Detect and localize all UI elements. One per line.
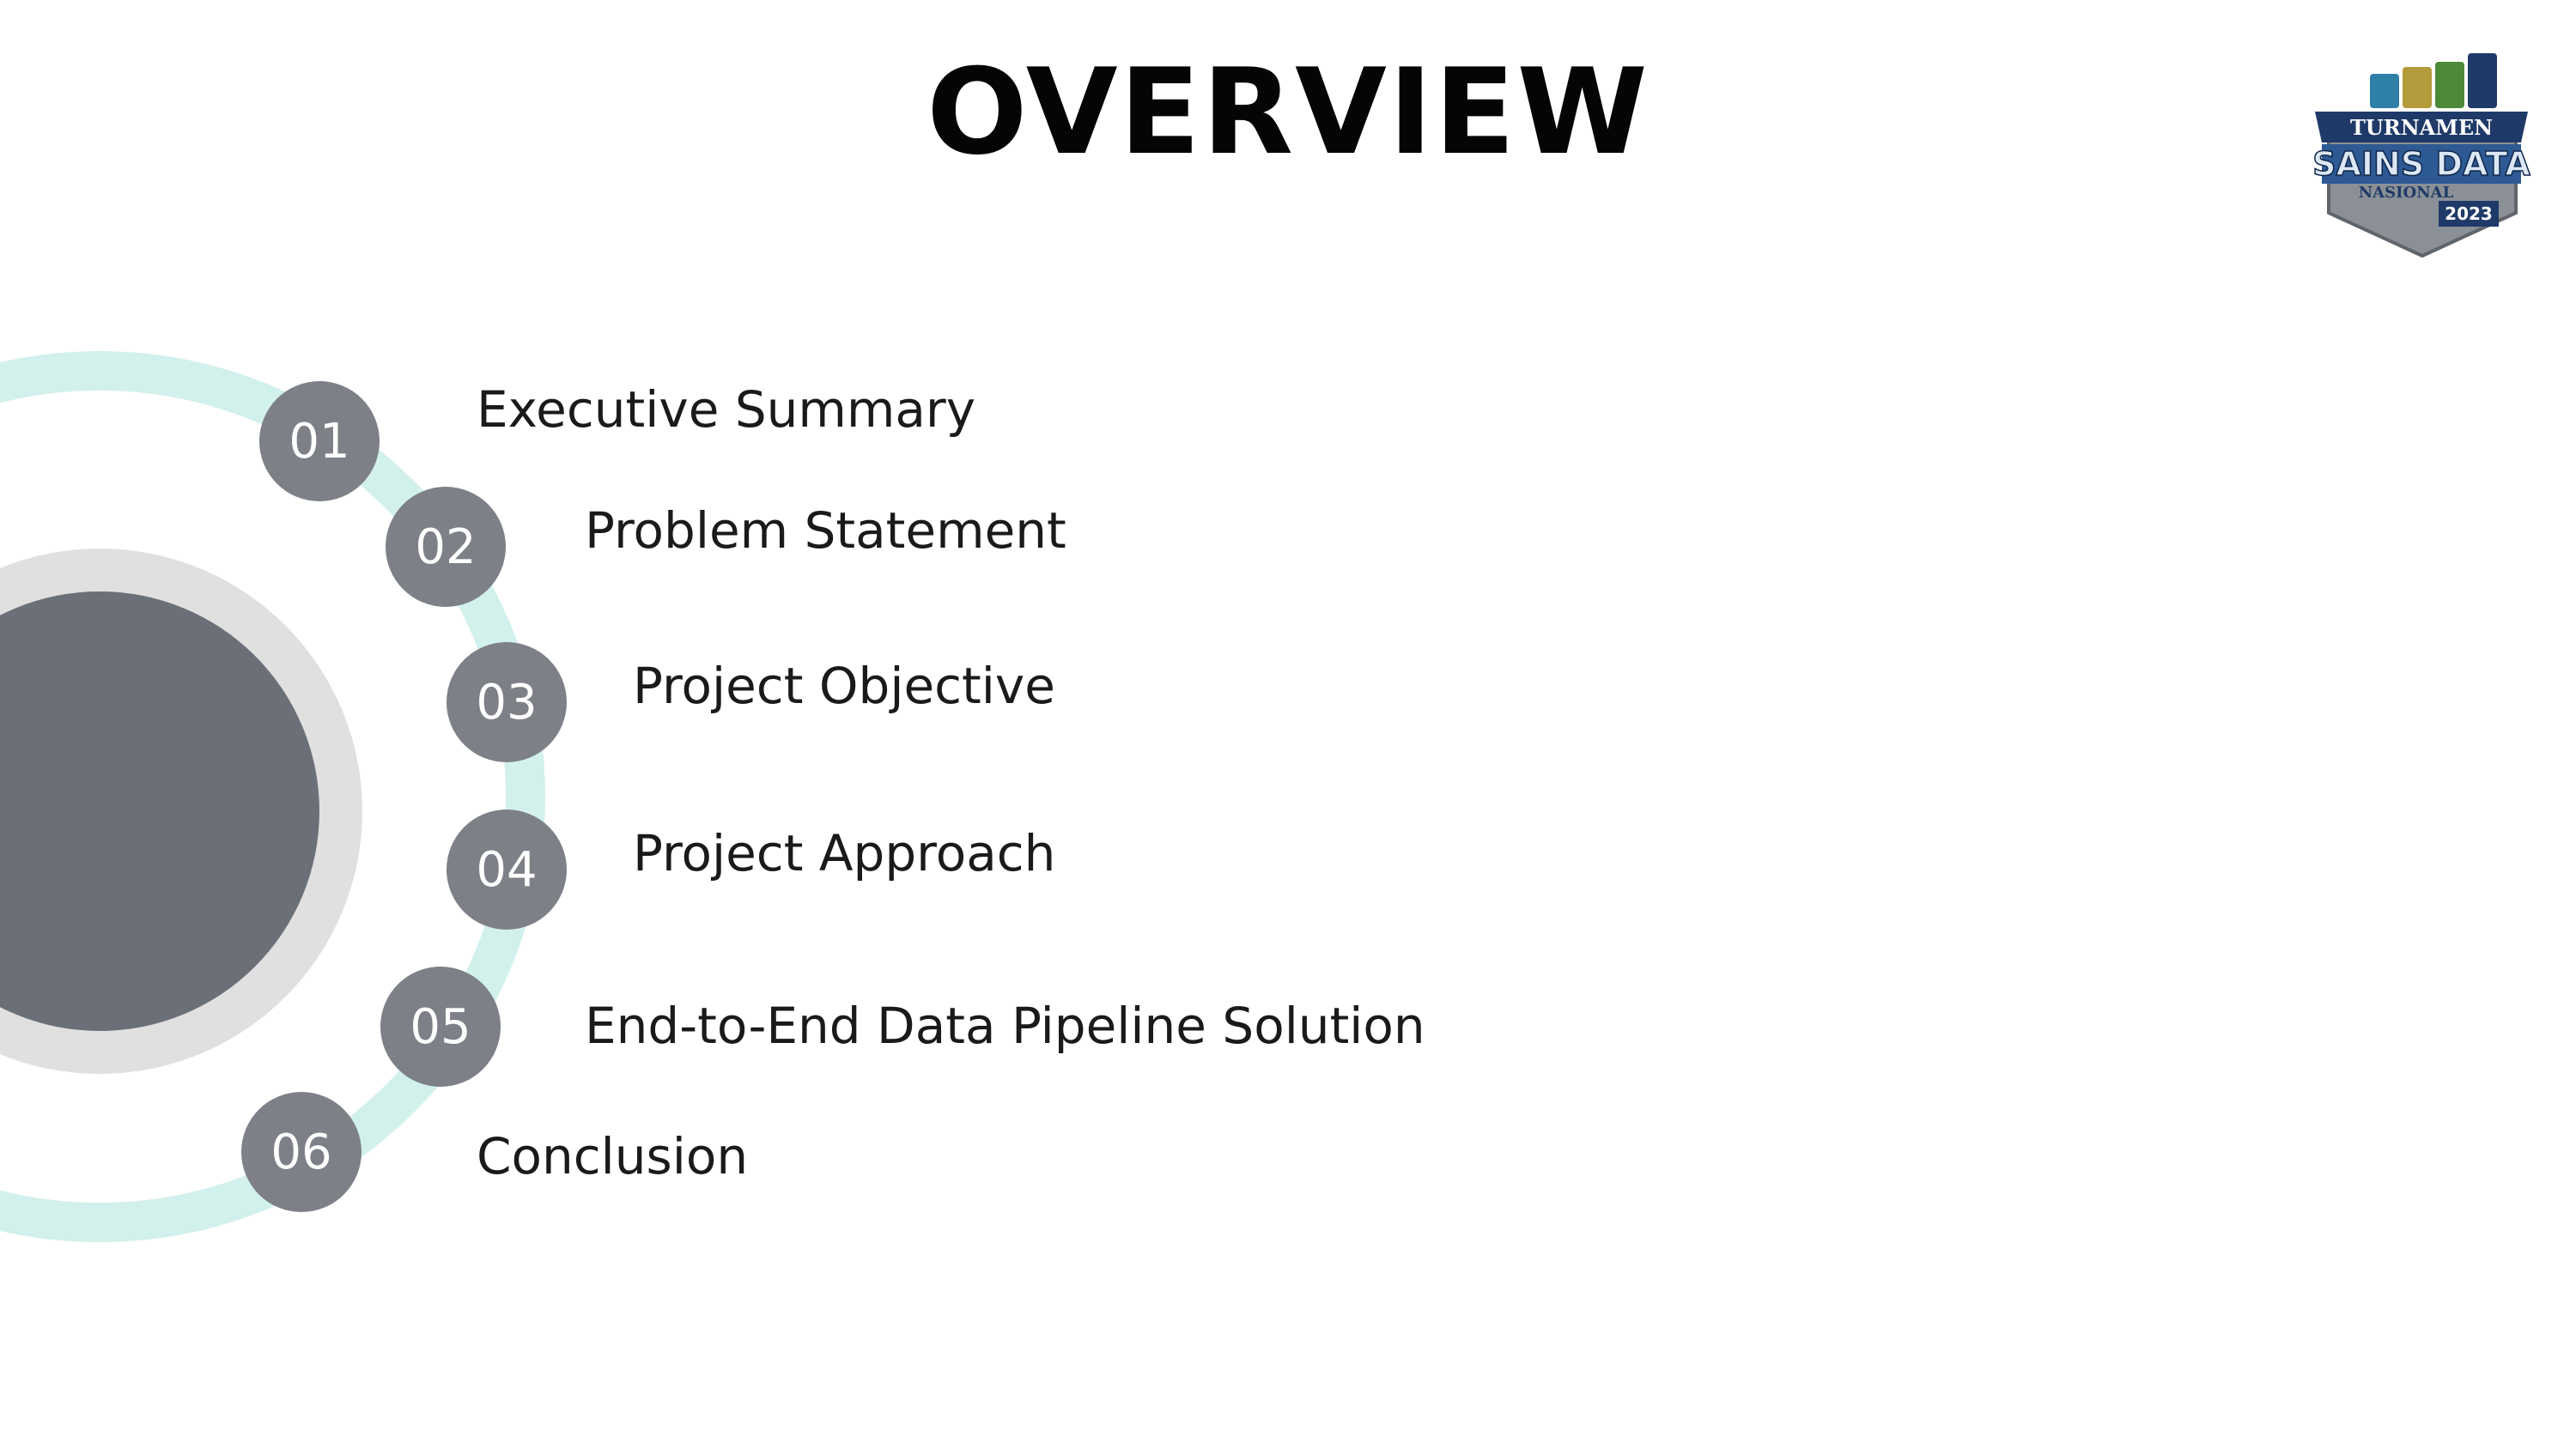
agenda-number-06: 06 [241, 1092, 361, 1212]
tournament-logo: TURNAMEN SAINS DATA NASIONAL 2023 [2312, 53, 2531, 258]
agenda-number-02: 02 [386, 487, 506, 607]
agenda-item-project-approach[interactable]: Project Approach [633, 828, 1055, 878]
agenda-item-end-to-end-data-pipeline-solution[interactable]: End-to-End Data Pipeline Solution [585, 1001, 1425, 1051]
agenda-number-04: 04 [447, 809, 567, 930]
page-title: OVERVIEW [927, 43, 1649, 181]
agenda-number-05: 05 [380, 967, 501, 1087]
logo-line2: SAINS DATA [2312, 145, 2530, 183]
logo-line1: TURNAMEN [2350, 115, 2493, 140]
agenda-item-problem-statement[interactable]: Problem Statement [585, 506, 1066, 555]
agenda-number-03: 03 [447, 642, 567, 762]
agenda-item-executive-summary[interactable]: Executive Summary [477, 385, 975, 434]
agenda-item-project-objective[interactable]: Project Objective [633, 661, 1055, 711]
slide: OVERVIEW TURNAMEN SAINS DATA NASIONAL 20… [0, 0, 2576, 1449]
logo-year: 2023 [2445, 203, 2493, 224]
decorative-circles [0, 351, 545, 1242]
agenda-number-01: 01 [259, 381, 380, 501]
agenda-item-conclusion[interactable]: Conclusion [477, 1131, 748, 1181]
logo-line3: NASIONAL [2359, 184, 2454, 202]
